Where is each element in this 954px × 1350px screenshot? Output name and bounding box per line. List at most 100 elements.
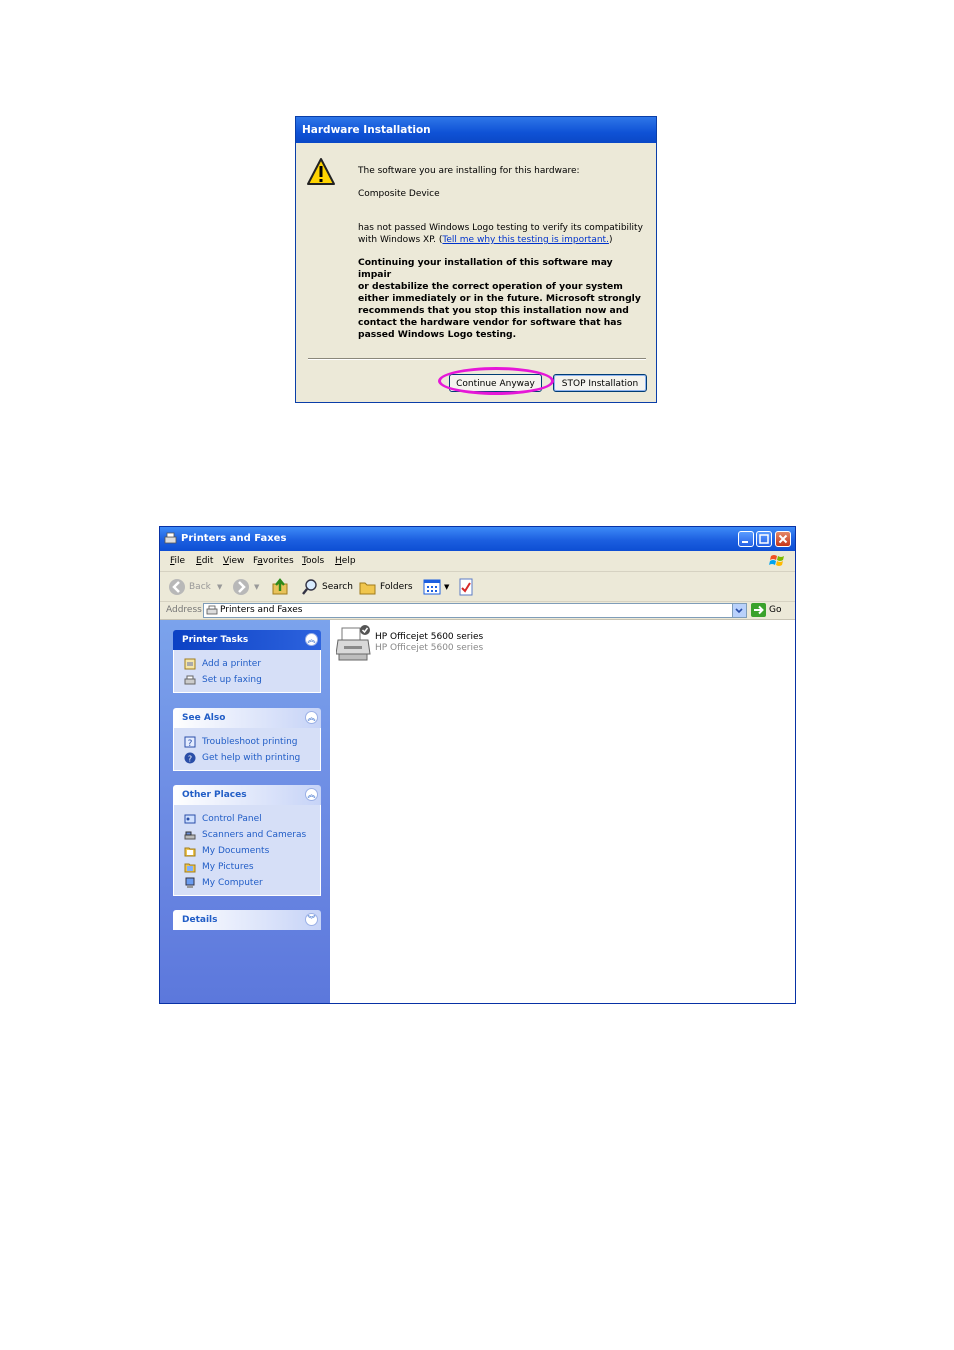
intro-text: The software you are installing for this… bbox=[358, 166, 580, 176]
add-printer-link[interactable]: Add a printer bbox=[174, 656, 320, 672]
svg-text:?: ? bbox=[188, 739, 193, 748]
address-bar: Address Printers and Faxes Go bbox=[160, 602, 795, 620]
back-dropdown-icon: ▼ bbox=[217, 583, 223, 591]
address-value: Printers and Faxes bbox=[220, 605, 303, 615]
logo-testing-link[interactable]: Tell me why this testing is important. bbox=[442, 235, 609, 245]
minimize-button[interactable] bbox=[738, 531, 754, 547]
printer-icon bbox=[336, 625, 371, 661]
forward-arrow-icon bbox=[233, 579, 249, 595]
troubleshoot-printing-link[interactable]: ? Troubleshoot printing bbox=[174, 734, 320, 750]
warning-icon bbox=[307, 158, 335, 185]
help-icon: ? bbox=[184, 752, 196, 764]
search-label: Search bbox=[322, 582, 353, 592]
warning-line: or destabilize the correct operation of … bbox=[358, 281, 623, 292]
printer-list: HP Officejet 5600 series HP Officejet 56… bbox=[330, 620, 795, 1003]
logo-text-prefix: with Windows XP. ( bbox=[358, 235, 443, 245]
printer-tasks-panel: Printer Tasks ︽ Add a printer Set up fax… bbox=[173, 630, 321, 693]
toolbar: Back ▼ ▼ Search Folders ▼ bbox=[160, 572, 795, 602]
menu-tools[interactable]: Tools bbox=[302, 551, 324, 571]
address-input[interactable]: Printers and Faxes bbox=[203, 603, 747, 618]
logo-text-line2: with Windows XP. (Tell me why this testi… bbox=[358, 234, 648, 246]
menu-help[interactable]: Help bbox=[335, 551, 356, 571]
printer-name: HP Officejet 5600 series bbox=[375, 632, 484, 642]
link-label: Get help with printing bbox=[202, 753, 301, 763]
menu-view[interactable]: View bbox=[223, 551, 244, 571]
details-header[interactable]: Details ︾ bbox=[173, 910, 321, 930]
link-label: My Computer bbox=[202, 878, 263, 888]
my-documents-link[interactable]: My Documents bbox=[174, 843, 320, 859]
panel-title: Other Places bbox=[182, 790, 247, 800]
search-button[interactable]: Search bbox=[301, 578, 353, 596]
logo-text-suffix: ) bbox=[608, 235, 613, 245]
link-label: Set up faxing bbox=[202, 675, 262, 685]
collapse-chevron-icon[interactable]: ︽ bbox=[305, 788, 318, 801]
fax-icon bbox=[184, 675, 196, 685]
go-arrow-icon bbox=[751, 603, 766, 617]
add-printer-icon bbox=[184, 658, 196, 670]
my-documents-icon bbox=[184, 847, 196, 857]
folders-icon bbox=[359, 582, 376, 595]
warning-line: passed Windows Logo testing. bbox=[358, 329, 517, 340]
panel-body: ? Troubleshoot printing ? Get help with … bbox=[173, 728, 321, 771]
back-arrow-icon bbox=[169, 579, 185, 595]
panel-title: See Also bbox=[182, 713, 226, 723]
control-panel-icon bbox=[184, 814, 196, 824]
control-panel-link[interactable]: Control Panel bbox=[174, 811, 320, 827]
address-dropdown-button[interactable] bbox=[732, 604, 746, 617]
printer-tasks-header[interactable]: Printer Tasks ︽ bbox=[173, 630, 321, 650]
set-up-faxing-link[interactable]: Set up faxing bbox=[174, 672, 320, 688]
up-folder-icon[interactable] bbox=[271, 578, 289, 596]
logo-text-line1: has not passed Windows Logo testing to v… bbox=[358, 223, 643, 233]
go-button[interactable]: Go bbox=[751, 603, 791, 618]
my-computer-icon bbox=[185, 877, 195, 888]
hardware-installation-dialog: Hardware Installation The software you a… bbox=[295, 116, 657, 403]
menu-favorites[interactable]: Favorites bbox=[253, 551, 294, 571]
address-label: Address bbox=[166, 605, 202, 615]
details-panel: Details ︾ bbox=[173, 910, 321, 930]
window-title: Printers and Faxes bbox=[181, 533, 287, 544]
menu-file[interactable]: File bbox=[170, 551, 185, 571]
svg-text:?: ? bbox=[188, 755, 192, 764]
warning-line: Continuing your installation of this sof… bbox=[358, 257, 613, 280]
title-bar[interactable]: Printers and Faxes bbox=[160, 527, 795, 551]
warning-line: either immediately or in the future. Mic… bbox=[358, 293, 641, 304]
panel-body: Control Panel Scanners and Cameras My Do… bbox=[173, 805, 321, 896]
see-also-header[interactable]: See Also ︽ bbox=[173, 708, 321, 728]
collapse-chevron-icon[interactable]: ︽ bbox=[305, 711, 318, 724]
stop-installation-button[interactable]: STOP Installation bbox=[553, 374, 647, 392]
back-label: Back bbox=[189, 582, 211, 592]
maximize-button[interactable] bbox=[756, 531, 772, 547]
printer-model: HP Officejet 5600 series bbox=[375, 643, 484, 653]
menu-edit[interactable]: Edit bbox=[196, 551, 213, 571]
expand-chevron-icon[interactable]: ︾ bbox=[305, 913, 318, 926]
my-pictures-link[interactable]: My Pictures bbox=[174, 859, 320, 875]
get-help-printing-link[interactable]: ? Get help with printing bbox=[174, 750, 320, 766]
printers-and-faxes-window: Printers and Faxes File Edit View Favori… bbox=[159, 526, 796, 1004]
close-icon bbox=[778, 534, 788, 544]
other-places-header[interactable]: Other Places ︽ bbox=[173, 785, 321, 805]
document-check-icon[interactable] bbox=[458, 578, 474, 596]
other-places-panel: Other Places ︽ Control Panel Scanners an… bbox=[173, 785, 321, 896]
go-label: Go bbox=[769, 605, 782, 615]
views-icon bbox=[423, 579, 441, 595]
search-icon bbox=[302, 579, 317, 595]
maximize-icon bbox=[759, 534, 769, 544]
forward-button[interactable]: ▼ bbox=[232, 578, 262, 596]
folders-button[interactable]: Folders bbox=[359, 578, 414, 596]
link-label: My Pictures bbox=[202, 862, 254, 872]
close-button[interactable] bbox=[775, 531, 791, 547]
views-button[interactable]: ▼ bbox=[423, 578, 451, 596]
continue-anyway-button[interactable]: Continue Anyway bbox=[449, 374, 542, 392]
link-label: Add a printer bbox=[202, 659, 262, 669]
link-label: Control Panel bbox=[202, 814, 262, 824]
scanners-cameras-link[interactable]: Scanners and Cameras bbox=[174, 827, 320, 843]
my-pictures-icon bbox=[184, 863, 196, 873]
back-button[interactable]: Back ▼ bbox=[168, 578, 223, 596]
scanner-icon bbox=[184, 831, 196, 840]
see-also-panel: See Also ︽ ? Troubleshoot printing ? Get… bbox=[173, 708, 321, 771]
my-computer-link[interactable]: My Computer bbox=[174, 875, 320, 891]
collapse-chevron-icon[interactable]: ︽ bbox=[305, 633, 318, 646]
task-pane: Printer Tasks ︽ Add a printer Set up fax… bbox=[160, 620, 330, 1003]
dialog-separator bbox=[308, 358, 646, 360]
dialog-message: The software you are installing for this… bbox=[358, 165, 648, 341]
